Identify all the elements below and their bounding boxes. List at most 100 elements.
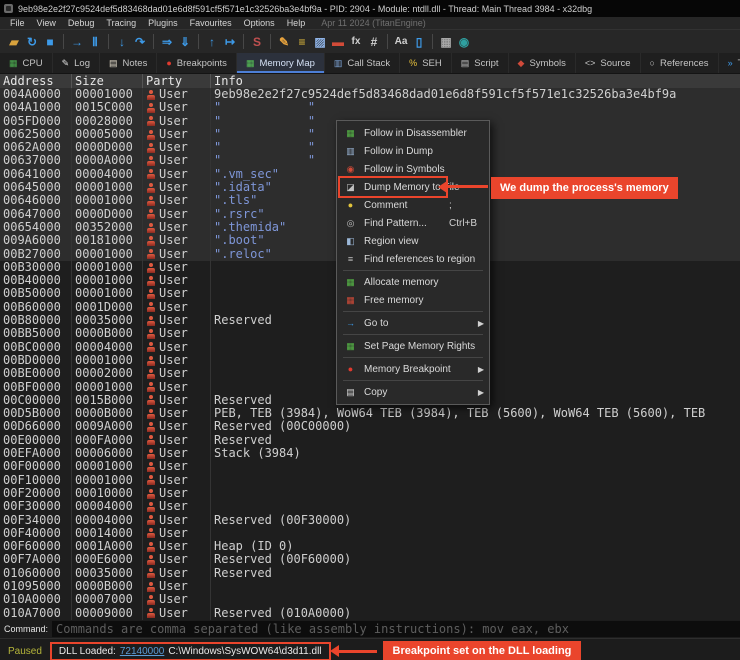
comment-icon[interactable]: ≡ — [293, 33, 311, 51]
cell-address: 00EFA000 — [0, 447, 72, 460]
step-into-icon[interactable]: ↓ — [113, 33, 131, 51]
step-over-icon[interactable]: ↷ — [131, 33, 149, 51]
tab-memory-map[interactable]: ▦Memory Map — [237, 53, 325, 73]
tab-threads[interactable]: »Threads — [719, 53, 740, 73]
menubar-item-options[interactable]: Options — [238, 18, 281, 28]
patches-icon[interactable]: ✎ — [275, 33, 293, 51]
cell-party: User — [143, 327, 211, 340]
notes-icon: ▤ — [109, 58, 118, 69]
cell-party: User — [143, 168, 211, 181]
tab-seh[interactable]: %SEH — [400, 53, 452, 73]
trace-over-icon[interactable]: ↦ — [221, 33, 239, 51]
run-icon[interactable]: → — [68, 33, 86, 51]
memory-map-row[interactable]: 00D660000009A000UserReserved (00C00000) — [0, 420, 740, 433]
memory-map-row[interactable]: 00F600000001A000UserHeap (ID 0) — [0, 540, 740, 553]
column-header-address[interactable]: Address — [0, 74, 72, 88]
pause-icon[interactable]: Ⅱ — [86, 33, 104, 51]
function-icon[interactable]: fx — [347, 33, 365, 51]
memory-breakpoint-icon: ● — [343, 364, 358, 374]
menu-item-memory-breakpoint[interactable]: ●Memory Breakpoint▶ — [337, 360, 489, 378]
memory-map-row[interactable]: 00F3000000004000User — [0, 500, 740, 513]
cell-size: 0009A000 — [72, 420, 143, 433]
restart-icon[interactable]: ↻ — [23, 33, 41, 51]
calculator-icon[interactable]: ▦ — [437, 33, 455, 51]
cell-info — [211, 527, 740, 540]
memory-map-row[interactable]: 00F4000000014000User — [0, 527, 740, 540]
tab-references[interactable]: ○References — [641, 53, 719, 73]
submenu-arrow-icon: ▶ — [478, 388, 484, 397]
tab-symbols[interactable]: ◆Symbols — [509, 53, 576, 73]
cell-party: User — [143, 514, 211, 527]
ascii-table-icon[interactable]: Aa — [392, 33, 410, 51]
menubar-item-file[interactable]: File — [4, 18, 31, 28]
label-icon[interactable]: ▨ — [311, 33, 329, 51]
tab-call-stack[interactable]: ▥Call Stack — [325, 53, 400, 73]
preferences-icon[interactable]: ◉ — [455, 33, 473, 51]
menu-item-allocate-memory[interactable]: ▦Allocate memory — [337, 273, 489, 291]
menu-item-find-pattern-[interactable]: ◎Find Pattern...Ctrl+B — [337, 214, 489, 232]
dll-base-address-link[interactable]: 72140000 — [120, 646, 165, 657]
menu-item-comment[interactable]: ●Comment; — [337, 196, 489, 214]
run-until-return-icon[interactable]: ⇓ — [176, 33, 194, 51]
tab-cpu[interactable]: ▦CPU — [0, 53, 53, 73]
user-party-icon — [147, 169, 155, 179]
memory-map-row[interactable]: 004A10000015C000User" " — [0, 101, 740, 114]
tab-source[interactable]: <>Source — [576, 53, 641, 73]
memory-map-row[interactable]: 00EFA00000006000UserStack (3984) — [0, 447, 740, 460]
trace-into-icon[interactable]: ↑ — [203, 33, 221, 51]
cell-address: 010A7000 — [0, 607, 72, 620]
highlight-icon[interactable]: ▬ — [329, 33, 347, 51]
column-header-party[interactable]: Party — [143, 74, 211, 88]
cell-address: 005FD000 — [0, 115, 72, 128]
stop-icon[interactable]: ■ — [41, 33, 59, 51]
menubar-item-debug[interactable]: Debug — [62, 18, 101, 28]
region-view-icon: ◧ — [343, 236, 358, 247]
attach-icon[interactable]: ▯ — [410, 33, 428, 51]
animate-icon[interactable]: S — [248, 33, 266, 51]
run-to-user-code-icon[interactable]: ⇒ — [158, 33, 176, 51]
menu-item-follow-in-disassembler[interactable]: ▦Follow in Disassembler — [337, 124, 489, 142]
ordinals-icon[interactable]: # — [365, 33, 383, 51]
menu-item-follow-in-symbols[interactable]: ◉Follow in Symbols — [337, 160, 489, 178]
memory-map-row[interactable]: 00F7A000000E6000UserReserved (00F60000) — [0, 553, 740, 566]
menu-item-region-view[interactable]: ◧Region view — [337, 232, 489, 250]
follow-in-dump-icon: ▥ — [343, 146, 358, 157]
memory-map-row[interactable]: 00E00000000FA000UserReserved — [0, 434, 740, 447]
menubar-item-plugins[interactable]: Plugins — [142, 18, 184, 28]
memory-map-row[interactable]: 00F3400000004000UserReserved (00F30000) — [0, 514, 740, 527]
menubar-item-view[interactable]: View — [31, 18, 62, 28]
command-input[interactable] — [52, 621, 740, 637]
memory-map-row[interactable]: 0106000000035000UserReserved — [0, 567, 740, 580]
cell-size: 00004000 — [72, 341, 143, 354]
tab-log[interactable]: ✎Log — [53, 53, 100, 73]
tab-notes[interactable]: ▤Notes — [100, 53, 157, 73]
user-party-icon — [147, 542, 155, 552]
menu-item-follow-in-dump[interactable]: ▥Follow in Dump — [337, 142, 489, 160]
memory-map-row[interactable]: 004A000000001000User9eb98e2e2f27c9524def… — [0, 88, 740, 101]
menubar-item-help[interactable]: Help — [281, 18, 312, 28]
memory-map-row[interactable]: 00D5B0000000B000UserPEB, TEB (3984), WoW… — [0, 407, 740, 420]
menu-item-free-memory[interactable]: ▦Free memory — [337, 291, 489, 309]
memory-map-row[interactable]: 010950000000B000User — [0, 580, 740, 593]
memory-map-row[interactable]: 010A000000007000User — [0, 593, 740, 606]
menu-item-find-references-to-region[interactable]: ≡Find references to region — [337, 250, 489, 268]
tab-script[interactable]: ▤Script — [452, 53, 509, 73]
memory-map-row[interactable]: 00F0000000001000User — [0, 460, 740, 473]
menu-item-go-to[interactable]: →Go to▶ — [337, 314, 489, 332]
memory-map-row[interactable]: 00F1000000001000User — [0, 474, 740, 487]
memory-map-row[interactable]: 00F2000000010000User — [0, 487, 740, 500]
cell-party: User — [143, 487, 211, 500]
menu-item-set-page-memory-rights[interactable]: ▦Set Page Memory Rights — [337, 337, 489, 355]
user-party-icon — [147, 582, 155, 592]
menu-item-copy[interactable]: ▤Copy▶ — [337, 383, 489, 401]
cell-size: 0000B000 — [72, 407, 143, 420]
tab-label: SEH — [422, 58, 442, 69]
tab-breakpoints[interactable]: ●Breakpoints — [157, 53, 237, 73]
menubar-item-tracing[interactable]: Tracing — [100, 18, 142, 28]
memory-map-row[interactable]: 010A700000009000UserReserved (010A0000) — [0, 607, 740, 620]
column-header-size[interactable]: Size — [72, 74, 143, 88]
cell-size: 0000B000 — [72, 580, 143, 593]
open-file-icon[interactable]: ▰ — [5, 33, 23, 51]
column-header-info[interactable]: Info — [211, 74, 740, 88]
menubar-item-favourites[interactable]: Favourites — [184, 18, 238, 28]
